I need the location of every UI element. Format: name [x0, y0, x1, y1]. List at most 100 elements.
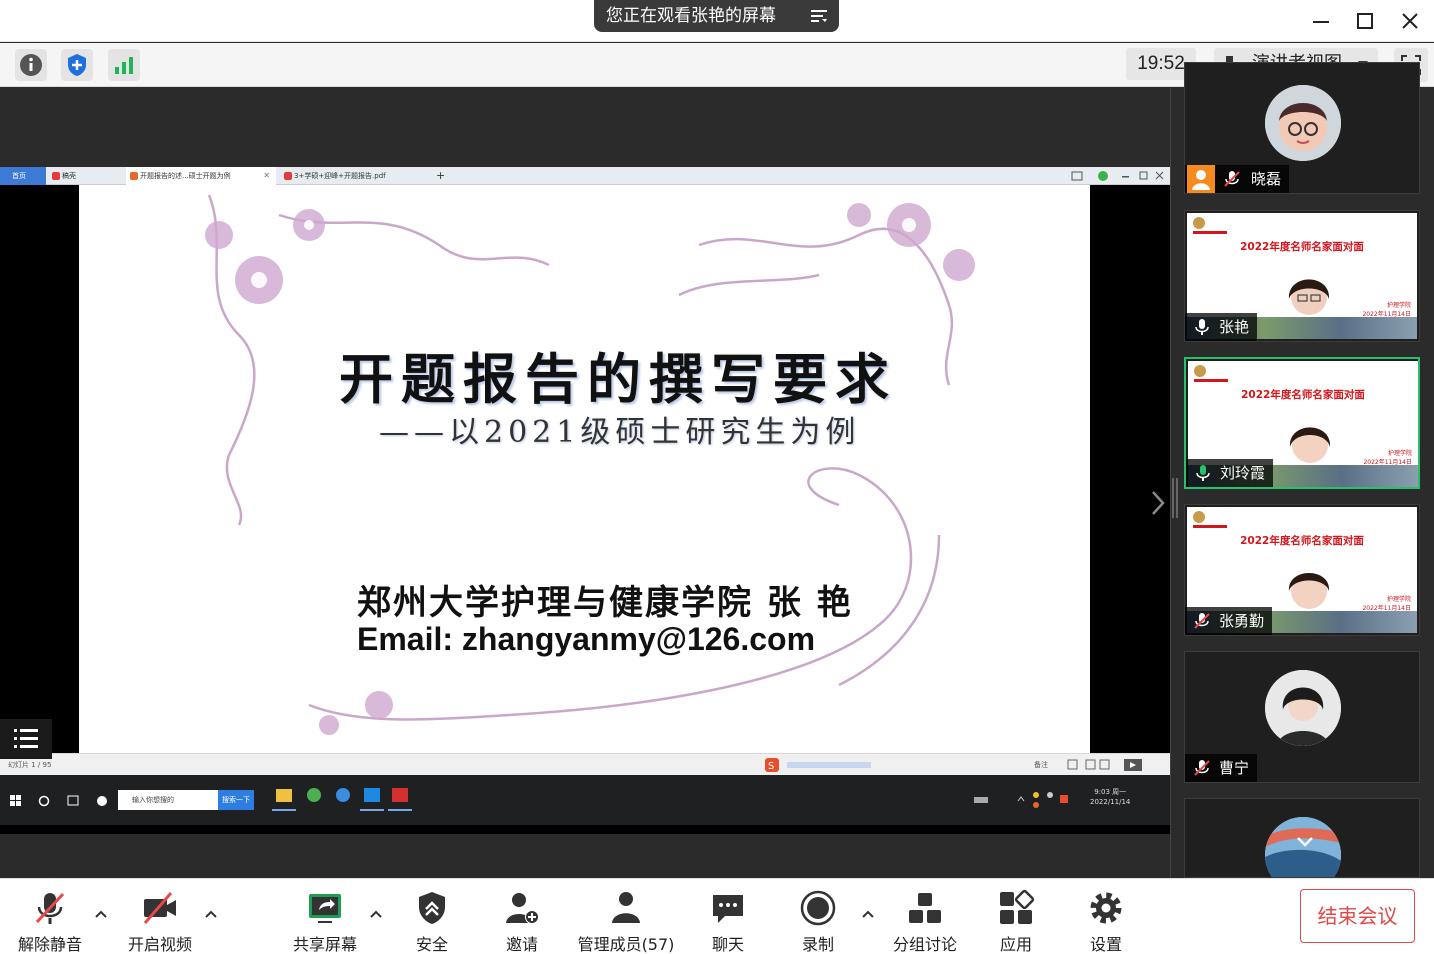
start-video-button[interactable]: 开启视频 [120, 885, 200, 954]
end-meeting-button[interactable]: 结束会议 [1300, 889, 1415, 943]
gear-icon [1090, 892, 1122, 924]
list-icon [14, 729, 38, 748]
feed-title: 2022年度名师名家面对面 [1240, 535, 1364, 547]
participant-tile[interactable]: 晓磊 [1184, 62, 1420, 194]
presentation-slide: 开题报告的撰写要求 ——以2021级硕士研究生为例 郑州大学护理与健康学院 张 … [79, 185, 1090, 753]
network-status-button[interactable] [108, 49, 140, 81]
participant-tile[interactable]: 2022年度名师名家面对面 护理学院 2022年11月14日 张勇勤 [1184, 504, 1420, 636]
new-tab-button[interactable]: + [432, 167, 452, 185]
add-user-icon [506, 893, 539, 924]
invite-button[interactable]: 邀请 [486, 885, 558, 954]
close-icon[interactable] [1397, 8, 1423, 34]
cartoon-avatar-icon [1265, 85, 1341, 161]
school-logo-icon [1193, 511, 1205, 523]
info-button[interactable] [15, 49, 47, 81]
feed-header-line [1193, 231, 1227, 234]
feed-title: 2022年度名师名家面对面 [1241, 389, 1365, 401]
chat-button[interactable]: 聊天 [692, 885, 764, 954]
chevron-up-icon[interactable] [94, 909, 108, 919]
shared-window: 首页 稿壳 开题报告的述...硕士开题为例 ✕ 3+学硕+迎峰+开题报告.pdf … [0, 167, 1170, 834]
chevron-up-icon[interactable] [861, 909, 875, 919]
record-label: 录制 [801, 935, 834, 954]
maximize-icon[interactable] [1352, 8, 1378, 34]
mic-muted-icon [1194, 760, 1210, 776]
security-label: 安全 [415, 935, 448, 954]
share-screen-button[interactable]: 共享屏幕 [285, 885, 365, 954]
avatar [1265, 85, 1341, 161]
breakout-label: 分组讨论 [892, 935, 957, 954]
chat-label: 聊天 [711, 935, 744, 954]
manage-members-button[interactable]: 管理成员(57) [572, 885, 680, 954]
meeting-toolbar: 解除静音 开启视频 共享屏幕 安全 邀请 管理成员(57) 聊天 录制 分组讨论… [0, 878, 1434, 954]
browser-tab-strip: 首页 稿壳 开题报告的述...硕士开题为例 ✕ 3+学硕+迎峰+开题报告.pdf … [0, 167, 1170, 185]
security-button[interactable]: 安全 [396, 885, 468, 954]
mic-muted-icon [1194, 613, 1210, 629]
participant-tile[interactable] [1184, 798, 1420, 878]
chat-icon [713, 895, 743, 923]
minimize-icon[interactable] [1308, 8, 1334, 34]
record-button[interactable]: 录制 [782, 885, 854, 954]
close-tab-icon[interactable]: ✕ [263, 167, 270, 185]
slide-email: Email: zhangyanmy@126.com [357, 621, 816, 657]
browser-tab-docer[interactable]: 稿壳 [48, 167, 124, 185]
pdf-icon [284, 172, 292, 180]
participant-nametag: 晓磊 [1185, 165, 1290, 193]
participant-nametag: 刘玲霞 [1186, 459, 1274, 487]
apps-icon [1000, 889, 1035, 924]
system-tray-icons [974, 792, 1068, 808]
shield-icon [419, 892, 445, 924]
menu-icon[interactable] [811, 9, 827, 23]
browser-tab-pdf[interactable]: 3+学硕+迎峰+开题报告.pdf [280, 167, 420, 185]
school-logo-icon [1193, 217, 1205, 229]
chevron-down-icon[interactable] [1295, 835, 1315, 849]
user-icon [1187, 165, 1215, 193]
share-screen-label: 共享屏幕 [292, 935, 357, 954]
record-icon [800, 890, 836, 926]
viewing-screen-label: 您正在观看张艳的屏幕 [606, 6, 776, 26]
profile-photo-icon [1265, 670, 1341, 746]
participant-nametag: 张艳 [1185, 313, 1258, 341]
info-icon [20, 54, 42, 76]
breakout-rooms-button[interactable]: 分组讨论 [886, 885, 964, 954]
meeting-window: 您正在观看张艳的屏幕 19:52 演讲者视图 首页 [0, 0, 1434, 954]
camera-off-icon [143, 892, 176, 924]
participant-name: 曹宁 [1219, 759, 1250, 777]
unmute-button[interactable]: 解除静音 [10, 885, 90, 954]
apps-button[interactable]: 应用 [980, 885, 1052, 954]
invite-label: 邀请 [505, 935, 538, 954]
svg-text:S: S [768, 761, 774, 772]
slide-author: 郑州大学护理与健康学院 张 艳 [357, 583, 853, 623]
title-bar: 您正在观看张艳的屏幕 [0, 0, 1434, 42]
mic-muted-icon [1224, 171, 1240, 187]
settings-label: 设置 [1089, 935, 1122, 954]
unmute-label: 解除静音 [17, 935, 82, 954]
settings-button[interactable]: 设置 [1070, 885, 1142, 954]
taskbar-search-input[interactable]: 输入你想搜的 [118, 790, 218, 810]
viewing-screen-pill[interactable]: 您正在观看张艳的屏幕 [594, 0, 839, 32]
feed-header-line [1194, 379, 1228, 382]
participant-tile[interactable]: 曹宁 [1184, 651, 1420, 783]
feed-header-line [1193, 525, 1227, 528]
chevron-up-icon[interactable] [204, 909, 218, 919]
taskbar-time: 9:03 周一 [1094, 788, 1127, 796]
tab-label: 3+学硕+迎峰+开题报告.pdf [294, 172, 386, 180]
toc-button[interactable] [0, 719, 52, 759]
tab-label: 稿壳 [62, 172, 76, 180]
browser-tab-home[interactable]: 首页 [0, 167, 46, 185]
participant-tile-active-speaker[interactable]: 2022年度名师名家面对面 护理学院 2022年11月14日 刘玲霞 [1184, 357, 1420, 489]
participant-tile[interactable]: 2022年度名师名家面对面 护理学院 2022年11月14日 张艳 [1184, 210, 1420, 342]
wps-slide-icon [130, 172, 138, 180]
taskbar-search-button[interactable]: 搜索一下 [218, 790, 254, 810]
browser-tab-slides[interactable]: 开题报告的述...硕士开题为例 ✕ [126, 167, 276, 185]
apps-label: 应用 [999, 935, 1032, 954]
security-shield-button[interactable] [61, 49, 93, 81]
school-logo-icon [1194, 365, 1206, 377]
notes-label[interactable]: 备注 [1034, 754, 1048, 776]
wps-status-bar: 幻灯片 1 / 95 S 备注 [0, 753, 1170, 775]
avatar [1265, 670, 1341, 746]
slide-counter: 幻灯片 1 / 95 [8, 761, 52, 769]
chevron-right-icon[interactable] [1150, 488, 1166, 518]
docer-icon [52, 172, 60, 180]
chevron-up-icon[interactable] [369, 909, 383, 919]
panel-resize-handle[interactable] [1172, 478, 1178, 518]
